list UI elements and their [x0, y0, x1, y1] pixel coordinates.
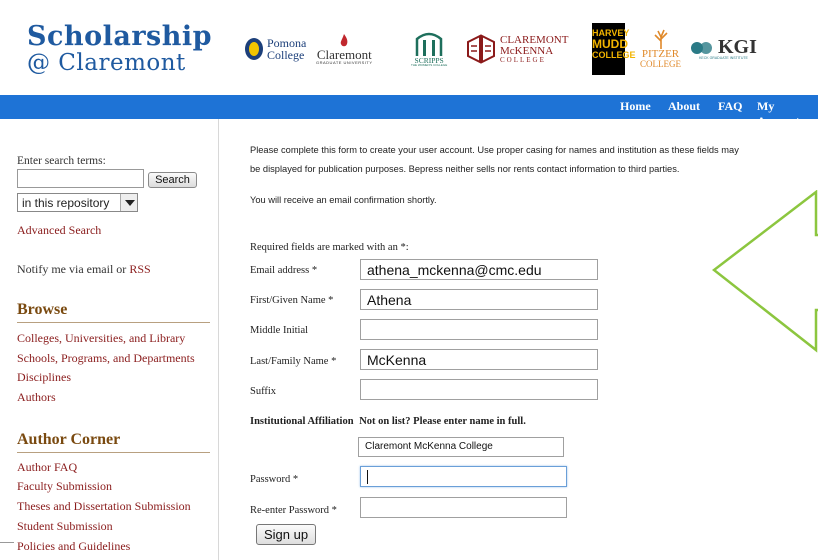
browse-divider — [17, 322, 210, 323]
site-title-link[interactable]: Scholarship @ Claremont — [27, 23, 212, 75]
intro-line1: Please complete this form to create your… — [250, 145, 739, 155]
nav-home[interactable]: Home — [620, 99, 651, 114]
reenter-password-field[interactable] — [360, 497, 567, 518]
pitzer-logo[interactable]: PITZER COLLEGE — [640, 20, 681, 78]
cmc-line3: COLLEGE — [500, 55, 546, 64]
kgi-sub: KECK GRADUATE INSTITUTE — [699, 56, 748, 61]
top-nav-bar: Home About FAQ My Account — [0, 95, 818, 128]
last-name-label: Last/Family Name * — [250, 356, 337, 367]
harvey-mudd-logo[interactable]: HARVEY MUDD COLLEGE — [592, 20, 636, 78]
pomona-seal-icon — [245, 38, 263, 60]
browse-item-colleges[interactable]: Colleges, Universities, and Library — [17, 331, 185, 346]
suffix-label: Suffix — [250, 386, 277, 397]
chevron-down-icon[interactable] — [120, 194, 137, 211]
nav-faq[interactable]: FAQ — [718, 99, 742, 114]
nav-my-account[interactable]: My Account — [757, 99, 818, 129]
cmc-shield-icon — [467, 34, 495, 64]
cgu-logo[interactable]: Claremont GRADUATE UNIVERSITY — [316, 20, 373, 78]
password-label: Password * — [250, 474, 299, 485]
author-item-theses[interactable]: Theses and Dissertation Submission — [17, 499, 191, 514]
email-field[interactable]: athena_mckenna@cmc.edu — [360, 259, 598, 280]
reenter-password-label: Re-enter Password * — [250, 505, 337, 516]
cmc-logo[interactable]: CLAREMONT McKENNA COLLEGE — [466, 20, 568, 78]
first-name-field[interactable]: Athena — [360, 289, 598, 310]
last-name-field[interactable]: McKenna — [360, 349, 598, 370]
annotation-arrow-icon — [712, 190, 818, 353]
flame-icon — [340, 33, 348, 46]
affiliation-note: Not on list? Please enter name in full. — [359, 416, 526, 427]
scripps-gate-icon — [415, 32, 443, 56]
text-caret — [367, 470, 368, 484]
kgi-name: KGI — [718, 36, 757, 59]
browse-heading: Browse — [17, 301, 68, 318]
kgi-mark-icon — [691, 42, 712, 55]
search-label: Enter search terms: — [17, 155, 106, 167]
sign-up-button[interactable]: Sign up — [256, 524, 316, 545]
affiliation-field[interactable]: Claremont McKenna College — [358, 437, 564, 457]
browse-item-schools[interactable]: Schools, Programs, and Departments — [17, 351, 195, 366]
affiliation-label-text: Institutional Affiliation — [250, 416, 354, 427]
author-item-faq[interactable]: Author FAQ — [17, 460, 77, 475]
sidebar-divider — [218, 119, 219, 560]
search-scope-value: in this repository — [22, 196, 110, 210]
pitzer-tree-icon — [653, 29, 668, 49]
advanced-search-link[interactable]: Advanced Search — [17, 223, 101, 238]
middle-initial-label: Middle Initial — [250, 325, 309, 336]
first-name-label: First/Given Name * — [250, 295, 334, 306]
author-item-faculty[interactable]: Faculty Submission — [17, 479, 112, 494]
intro-line3: You will receive an email confirmation s… — [250, 195, 437, 205]
scripps-logo[interactable]: SCRIPPS THE WOMEN'S COLLEGE — [411, 20, 447, 78]
cmc-line2: McKENNA — [500, 44, 554, 57]
pitzer-line2: COLLEGE — [640, 59, 681, 69]
rss-link[interactable]: RSS — [129, 262, 150, 276]
author-corner-divider — [17, 452, 210, 453]
cmc-line1: CLAREMONT — [500, 33, 569, 46]
site-title-line1: Scholarship — [27, 21, 213, 52]
notify-label: Notify me via email or — [17, 262, 127, 276]
footer-rule — [0, 542, 14, 543]
site-header: Scholarship @ Claremont Pomona College C… — [0, 0, 818, 95]
site-title-line2: @ Claremont — [27, 50, 186, 76]
affiliation-label: Institutional Affiliation Not on list? P… — [250, 416, 526, 427]
kgi-logo[interactable]: KGI KECK GRADUATE INSTITUTE — [690, 20, 757, 78]
email-label: Email address * — [250, 265, 318, 276]
search-scope-select[interactable]: in this repository — [17, 193, 138, 212]
author-item-policies[interactable]: Policies and Guidelines — [17, 539, 130, 554]
cgu-name: Claremont — [316, 46, 372, 62]
required-note: Required fields are marked with an *: — [250, 242, 409, 253]
nav-about[interactable]: About — [668, 99, 700, 114]
author-corner-heading: Author Corner — [17, 431, 121, 448]
pomona-logo[interactable]: Pomona College — [244, 20, 306, 78]
suffix-field[interactable] — [360, 379, 598, 400]
cgu-sub: GRADUATE UNIVERSITY — [316, 59, 373, 65]
hmc-line3: COLLEGE — [592, 50, 636, 61]
pomona-line2: College — [267, 48, 305, 62]
scripps-sub: THE WOMEN'S COLLEGE — [411, 63, 448, 68]
author-item-student[interactable]: Student Submission — [17, 519, 113, 534]
search-button[interactable]: Search — [148, 172, 197, 188]
search-input[interactable] — [17, 169, 144, 188]
password-field[interactable] — [360, 466, 567, 487]
middle-initial-field[interactable] — [360, 319, 598, 340]
notify-text: Notify me via email or RSS — [17, 262, 151, 277]
browse-item-authors[interactable]: Authors — [17, 390, 56, 405]
browse-item-disciplines[interactable]: Disciplines — [17, 370, 71, 385]
intro-line2: be displayed for publication purposes. B… — [250, 164, 680, 174]
